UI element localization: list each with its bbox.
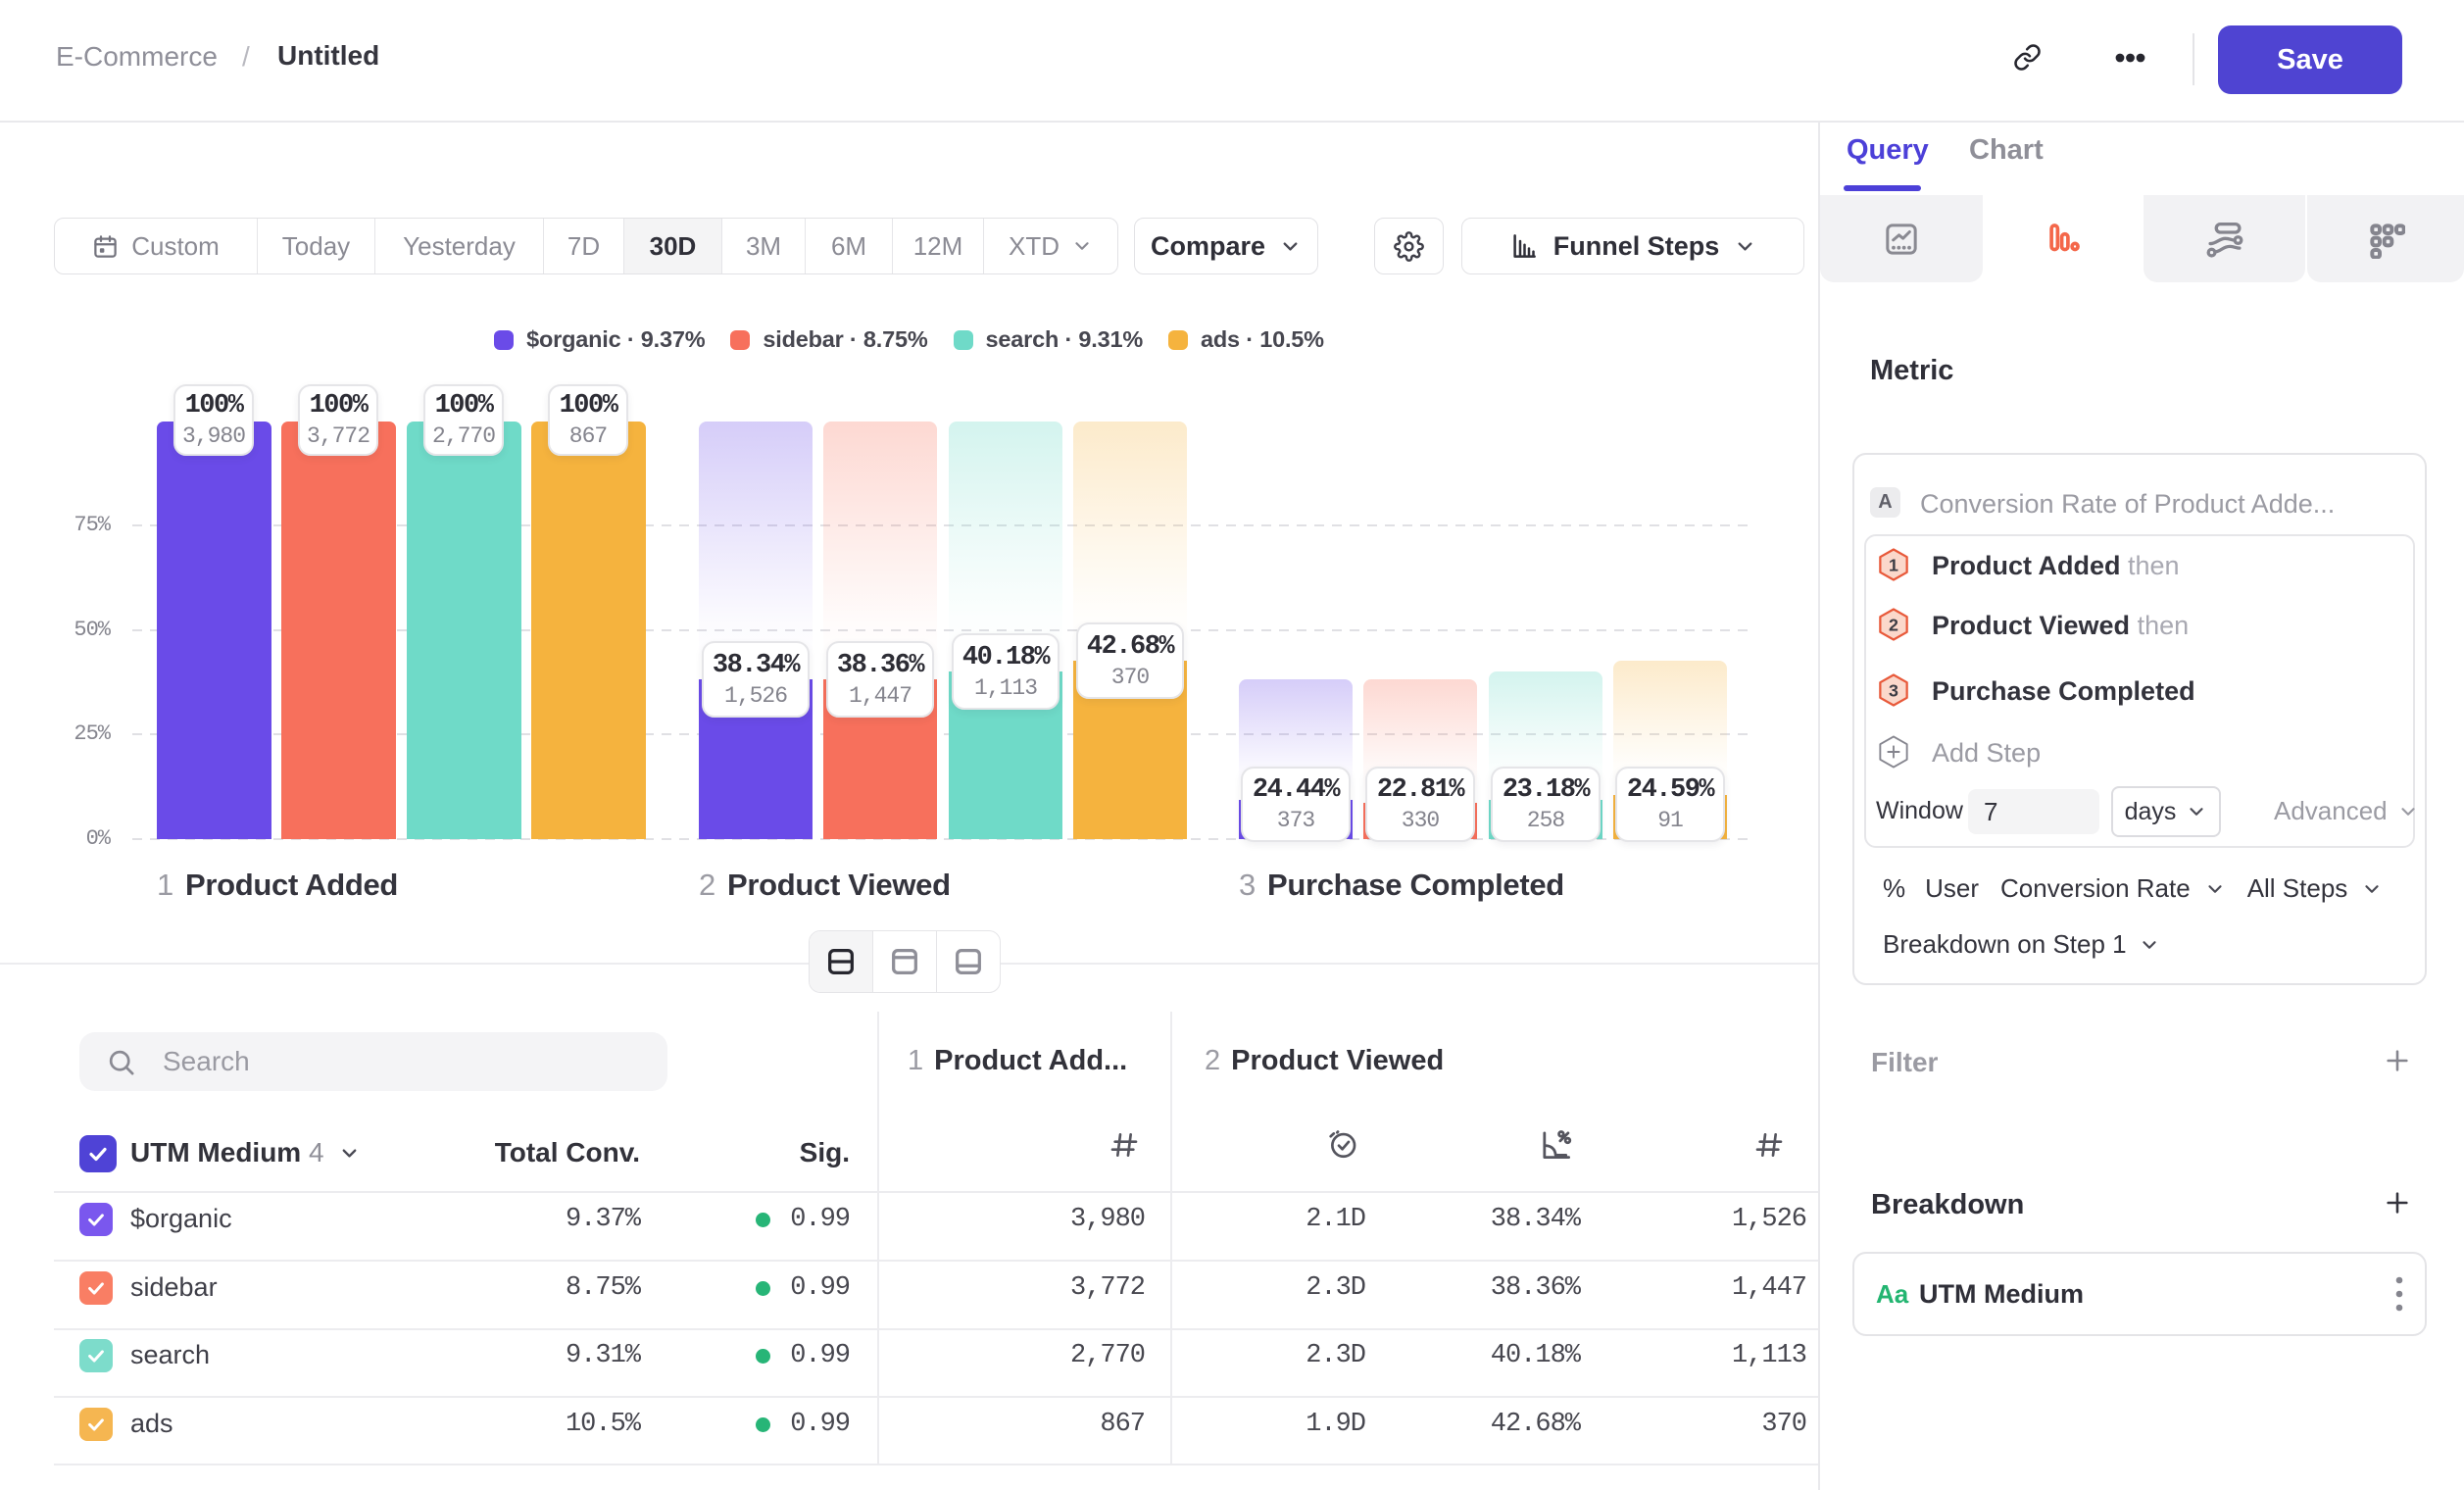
svg-text:2: 2: [1889, 616, 1898, 635]
svg-text:3: 3: [1889, 681, 1898, 701]
svg-text:1: 1: [1889, 556, 1898, 575]
